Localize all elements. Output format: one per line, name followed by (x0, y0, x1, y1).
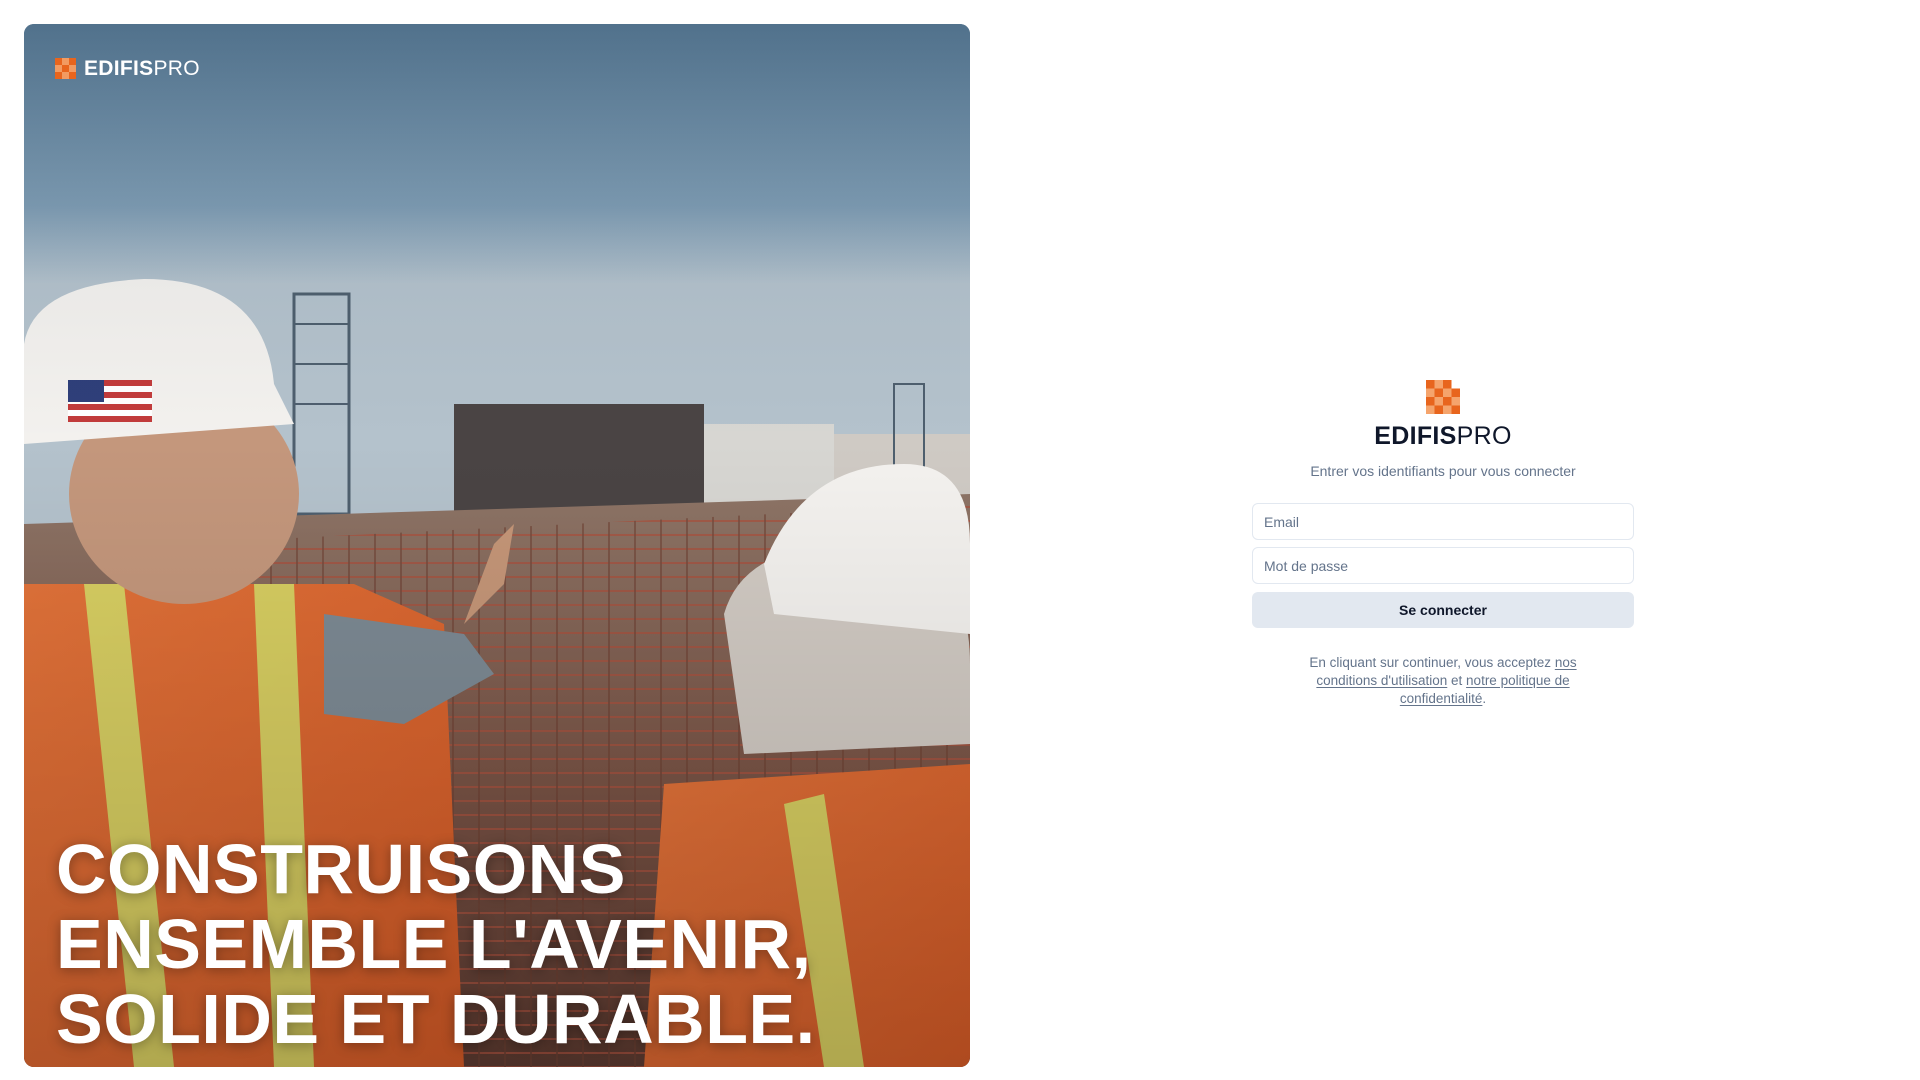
login-subtitle: Entrer vos identifiants pour vous connec… (1310, 463, 1576, 479)
brand-name: EDIFISPRO (84, 58, 200, 79)
login-brand-name: EDIFISPRO (1374, 424, 1511, 449)
login-form: EDIFISPRO Entrer vos identifiants pour v… (1252, 380, 1634, 722)
sign-in-button[interactable]: Se connecter (1252, 592, 1634, 628)
login-page: EDIFISPRO CONSTRUISONS ENSEMBLE L'AVENIR… (0, 0, 1920, 1080)
hero-headline-line: CONSTRUISONS (56, 830, 626, 908)
hero-headline: CONSTRUISONS ENSEMBLE L'AVENIR, SOLIDE E… (56, 832, 936, 1057)
brand-name-light: PRO (153, 57, 200, 80)
terms-middle: et (1447, 673, 1467, 688)
hero-panel: EDIFISPRO CONSTRUISONS ENSEMBLE L'AVENIR… (24, 24, 970, 1067)
brand-name-light: PRO (1456, 422, 1512, 450)
checker-logo-icon (1426, 380, 1460, 414)
brand-name-strong: EDIFIS (84, 57, 154, 80)
brand-name-strong: EDIFIS (1374, 422, 1457, 450)
email-field[interactable] (1252, 503, 1634, 540)
hero-headline-line: SOLIDE ET DURABLE. (56, 980, 816, 1058)
terms-suffix: . (1482, 691, 1487, 706)
terms-prefix: En cliquant sur continuer, vous acceptez (1309, 655, 1555, 670)
checker-logo-icon (55, 58, 76, 79)
hero-headline-line: ENSEMBLE L'AVENIR, (56, 905, 812, 983)
password-field[interactable] (1252, 547, 1634, 584)
terms-notice: En cliquant sur continuer, vous acceptez… (1293, 654, 1593, 708)
hero-logo[interactable]: EDIFISPRO (55, 58, 200, 79)
